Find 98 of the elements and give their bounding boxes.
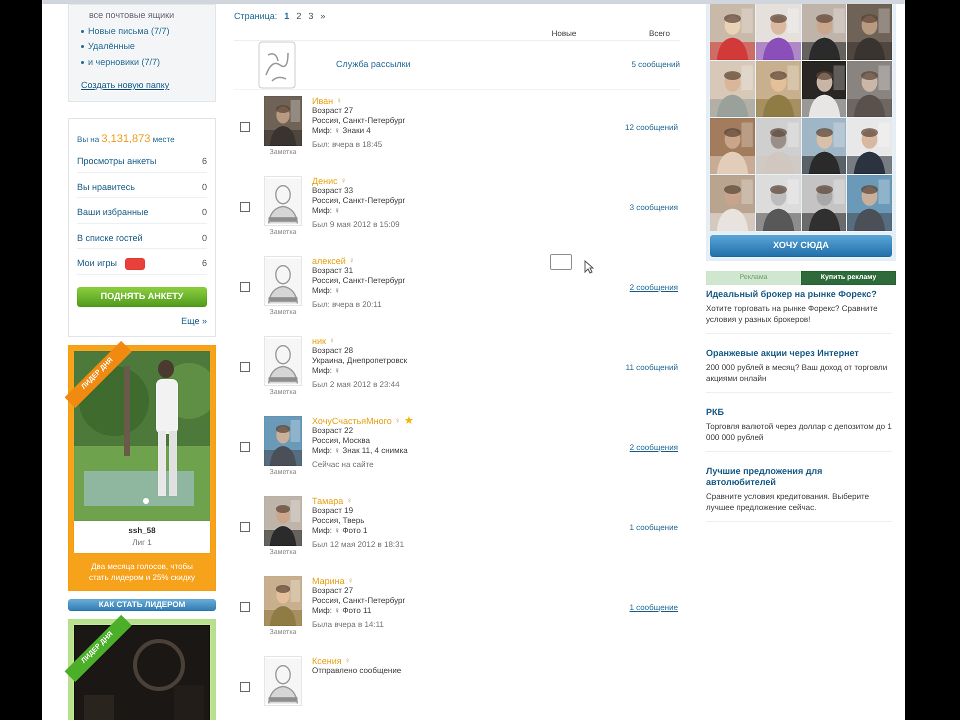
last-visit: Был 2 мая 2012 в 23:44 — [312, 380, 401, 390]
gender-icon: ♀ — [346, 496, 352, 506]
stats-count: 0 — [202, 232, 207, 244]
stats-link[interactable]: Просмотры анкеты — [77, 155, 156, 168]
cursor-icon — [584, 260, 594, 274]
stats-link[interactable]: Ваши избранные — [77, 206, 148, 220]
ad-text: Хотите торговать на рынке Форекс? Сравните условия у разных брокеров! — [706, 303, 879, 325]
folders-title: все почтовые ящики — [88, 9, 176, 22]
create-folder-link[interactable]: Создать новую папку — [77, 79, 207, 92]
profile-detail: Возраст 27 — [312, 586, 354, 596]
message-count-link[interactable]: 3 сообщения — [598, 202, 678, 250]
message-count-link[interactable]: 1 сообщение — [598, 602, 678, 650]
profile-detail: Миф: ♀ — [312, 206, 342, 216]
checkbox[interactable] — [240, 442, 250, 452]
page-link[interactable]: 2 — [296, 10, 302, 24]
gender-icon: ♀ — [394, 416, 401, 426]
profile-detail: Миф: ♀ — [312, 366, 342, 376]
small-box-icon — [550, 254, 572, 270]
profile-detail: Россия, Тверь — [312, 516, 366, 526]
last-visit: Был: вчера в 18:45 — [312, 140, 384, 150]
checkbox[interactable] — [240, 282, 250, 292]
checkbox[interactable] — [240, 682, 250, 692]
checkbox[interactable] — [240, 522, 250, 532]
last-visit: Был: вчера в 20:11 — [312, 300, 383, 310]
gender-icon: ♀ — [348, 576, 354, 586]
last-visit: Был 12 мая 2012 в 18:31 — [312, 540, 404, 550]
avatar-placeholder-icon — [264, 336, 302, 386]
profile-detail: Россия, Санкт-Петербург — [312, 276, 406, 286]
profile-detail: Отправлено сообщение — [312, 666, 402, 676]
page-link[interactable]: 3 — [308, 10, 314, 24]
stats-link[interactable]: Мои игры — [77, 257, 117, 270]
profile-detail: Миф: ♀ Знаки 4 — [312, 126, 372, 136]
message-count-link[interactable]: 2 сообщения — [598, 442, 678, 490]
rank-text: Вы на 3,131,873 месте — [77, 132, 176, 146]
gender-icon: ♀ — [336, 96, 342, 106]
profile-detail: Миф: ♀ — [312, 286, 342, 296]
stats-count: 0 — [202, 180, 207, 194]
profile-detail: Россия, Санкт-Петербург — [312, 196, 406, 206]
stats-count: 6 — [202, 155, 207, 168]
profile-detail: Миф: ♀ Знак 11, 4 снимка — [312, 446, 409, 456]
page-link[interactable]: » — [320, 10, 326, 24]
profile-name: ssh_58 — [128, 525, 156, 537]
profile-detail: Россия, Санкт-Петербург — [312, 596, 406, 606]
star-icon: ★ — [404, 416, 414, 426]
last-visit: Был 9 мая 2012 в 15:09 — [312, 220, 401, 230]
stats-count: 6 — [202, 257, 207, 270]
pagination-label: Страница: — [234, 10, 278, 23]
message-count-link[interactable]: 5 сообщений — [600, 58, 680, 70]
avatar-placeholder-icon — [264, 176, 302, 226]
profile-detail: Миф: ♀ Фото 11 — [312, 606, 372, 616]
profile-detail: Возраст 22 — [312, 426, 354, 436]
message-count-link[interactable]: 11 сообщений — [598, 362, 678, 410]
profile-detail: Возраст 31 — [312, 266, 354, 276]
profile-detail: Миф: ♀ Фото 1 — [312, 526, 368, 536]
page-link[interactable]: 1 — [284, 10, 290, 24]
become-leader-button[interactable]: КАК СТАТЬ ЛИДЕРОМ — [68, 599, 216, 611]
last-visit: Сейчас на сайте — [312, 460, 375, 470]
profile-detail: Возраст 19 — [312, 506, 354, 516]
profile-detail: Возраст 28 — [312, 346, 354, 356]
last-visit: Была вчера в 14:11 — [312, 620, 385, 630]
profile-subtitle: Лиг 1 — [132, 537, 152, 549]
ad-title-link[interactable]: Лучшие предложения для автолюбителей — [706, 466, 892, 488]
sender-link[interactable]: Служба рассылки — [336, 58, 411, 72]
profile-detail: Украина, Днепропетровск — [312, 356, 408, 366]
message-count-link[interactable]: 1 сообщение — [598, 522, 678, 570]
ad-text: Сравните условия кредитования. Выберите лучшее предложение сейчас. — [706, 491, 870, 513]
ad-title-link[interactable]: Оранжевые акции через Интернет — [706, 348, 892, 359]
promo-text: Два месяца голосов, чтобы стать лидером и 25% скидку — [88, 561, 196, 583]
gender-icon: ♀ — [328, 336, 335, 346]
profile-detail: Возраст 33 — [312, 186, 354, 196]
ad-title-link[interactable]: РКБ — [706, 407, 892, 418]
gender-icon: ♀ — [344, 656, 351, 666]
ad-text: Торговля валютой через доллар с депозитом до 1 000 000 рублей — [706, 421, 892, 443]
ad-title-link[interactable]: Идеальный брокер на рынке Форекс? — [706, 289, 892, 300]
checkbox[interactable] — [240, 362, 250, 372]
profile-detail: Россия, Москва — [312, 436, 371, 446]
folder-link[interactable]: Удалённые — [77, 40, 207, 54]
gender-icon: ♀ — [340, 176, 347, 186]
avatar-placeholder-icon — [264, 256, 302, 306]
stats-count: 0 — [202, 206, 207, 219]
message-count-link[interactable]: 2 сообщения — [598, 282, 678, 330]
gender-icon: ♀ — [348, 256, 355, 266]
folder-link[interactable]: и черновики (7/7) — [77, 56, 207, 69]
column-header: Новые — [550, 28, 578, 40]
profile-detail: Россия, Санкт-Петербург — [312, 116, 406, 126]
stats-link[interactable]: Вы нравитесь — [77, 180, 135, 194]
column-header: Всего — [648, 28, 671, 40]
folder-link[interactable]: Новые письма (7/7) — [77, 24, 207, 38]
stats-link[interactable]: В списке гостей — [77, 232, 143, 245]
want-here-button[interactable]: ХОЧУ СЮДА — [710, 235, 892, 257]
checkbox[interactable] — [240, 602, 250, 612]
more-link[interactable]: Еще » — [181, 314, 207, 328]
message-count-link[interactable]: 12 сообщений — [598, 122, 678, 170]
avatar-placeholder-icon — [264, 656, 302, 706]
checkbox[interactable] — [240, 202, 250, 212]
ad-text: 200 000 рублей в месяц? Ваш доход от торговли акциями онлайн — [706, 362, 888, 384]
checkbox[interactable] — [240, 122, 250, 132]
profile-detail: Возраст 27 — [312, 106, 354, 116]
